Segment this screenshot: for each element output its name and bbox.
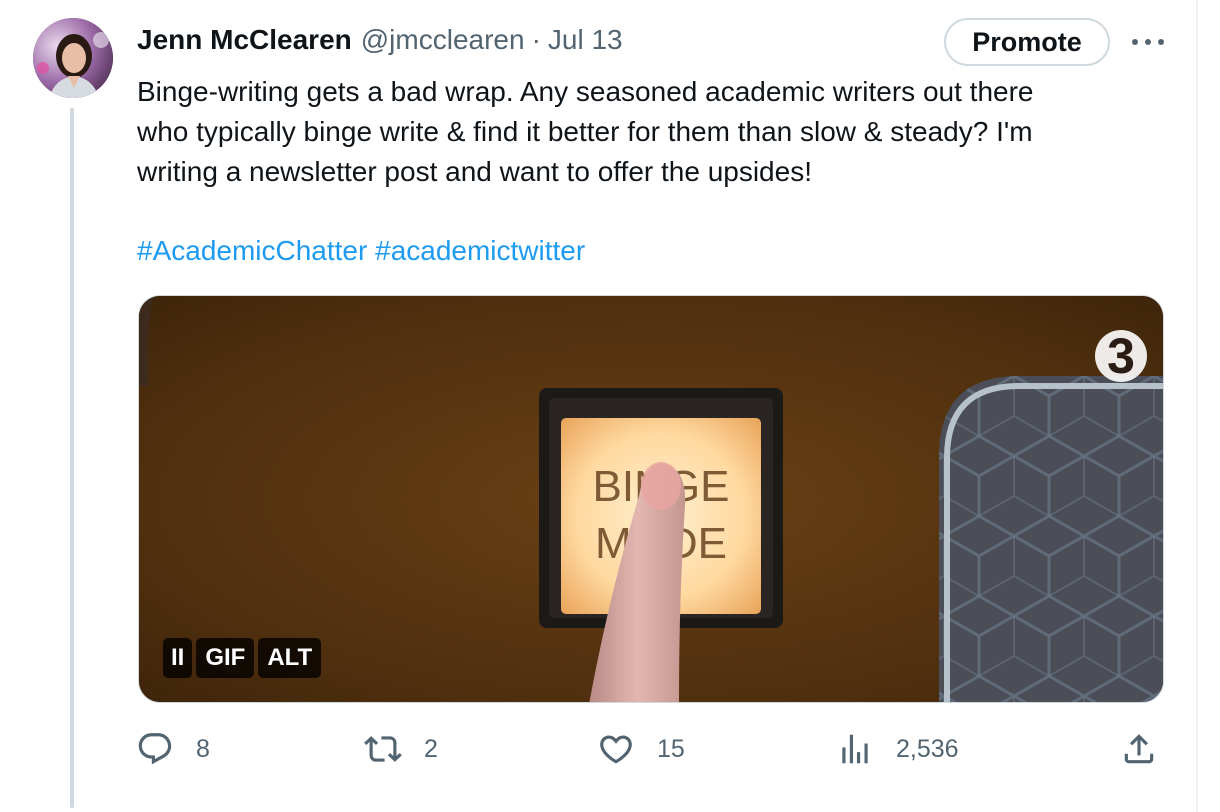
gif-media[interactable]: BINGE MODE 3 II GIF ALT <box>138 295 1164 703</box>
reply-icon <box>138 733 172 765</box>
pause-button[interactable]: II <box>163 638 193 678</box>
like-button[interactable]: 15 <box>597 728 685 770</box>
views-icon <box>842 734 868 764</box>
tweet-action-bar: 8 2 15 2,536 <box>0 728 1220 770</box>
share-button[interactable] <box>1120 728 1158 770</box>
retweet-button[interactable]: 2 <box>364 728 438 770</box>
share-icon <box>1124 734 1154 764</box>
promote-button[interactable]: Promote <box>944 18 1110 66</box>
reply-count: 8 <box>196 734 210 763</box>
avatar-image <box>33 18 113 98</box>
like-icon <box>600 735 632 764</box>
more-horizontal-icon <box>1132 39 1164 45</box>
pause-icon: II <box>171 644 185 671</box>
column-divider <box>1196 0 1198 812</box>
separator-dot: · <box>531 24 541 55</box>
tweet-header: Jenn McClearen @jmcclearen · Jul 13 <box>137 20 623 60</box>
author-handle[interactable]: @jmcclearen <box>361 24 525 56</box>
gif-controls: II GIF ALT <box>163 638 322 678</box>
tweet-text-line: writing a newsletter post and want to of… <box>137 156 812 187</box>
thread-line <box>70 108 74 808</box>
gif-badge: GIF <box>196 638 255 678</box>
tweet-text-line: who typically binge write & find it bett… <box>137 116 1033 147</box>
like-count: 15 <box>657 734 685 763</box>
retweet-icon <box>364 736 402 762</box>
reply-button[interactable]: 8 <box>136 728 210 770</box>
alt-text-badge[interactable]: ALT <box>258 638 322 678</box>
hashtag-link[interactable]: #AcademicChatter <box>137 235 367 266</box>
views-count: 2,536 <box>896 734 959 763</box>
retweet-count: 2 <box>424 734 438 763</box>
author-display-name[interactable]: Jenn McClearen <box>137 24 352 56</box>
avatar[interactable] <box>33 18 113 98</box>
svg-text:3: 3 <box>1107 328 1135 384</box>
more-options-button[interactable] <box>1128 26 1168 58</box>
views-button[interactable]: 2,536 <box>836 728 959 770</box>
tweet-text-line: Binge-writing gets a bad wrap. Any seaso… <box>137 76 1034 107</box>
tweet-text: Binge-writing gets a bad wrap. Any seaso… <box>137 72 1177 192</box>
hashtag-row: #AcademicChatter #academictwitter <box>137 231 585 271</box>
tweet-date[interactable]: Jul 13 <box>548 24 623 56</box>
hashtag-link[interactable]: #academictwitter <box>375 235 585 266</box>
